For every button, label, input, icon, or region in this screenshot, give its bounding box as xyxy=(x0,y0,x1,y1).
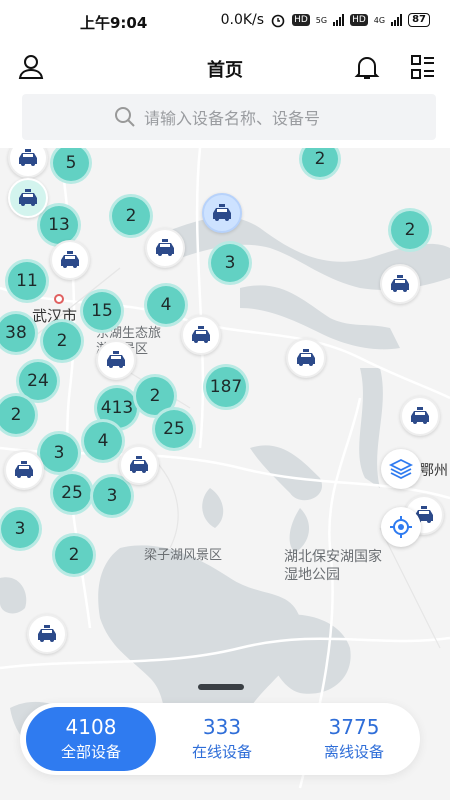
vehicle-marker[interactable] xyxy=(181,315,221,355)
taxi-icon xyxy=(213,204,231,221)
status-indicators: 0.0K/s HD 5G HD 4G 87 xyxy=(221,12,430,28)
crosshair-icon xyxy=(390,516,412,538)
cluster-marker[interactable]: 15 xyxy=(80,289,124,333)
taxi-icon xyxy=(192,326,210,343)
vehicle-marker[interactable] xyxy=(119,445,159,485)
cluster-marker[interactable]: 25 xyxy=(50,471,94,515)
stat-value: 4108 xyxy=(65,715,117,739)
vehicle-marker[interactable] xyxy=(4,450,44,490)
drag-handle[interactable] xyxy=(198,684,244,690)
cluster-marker[interactable]: 187 xyxy=(203,364,249,410)
cluster-marker[interactable]: 4 xyxy=(81,419,125,463)
taxi-icon xyxy=(19,149,37,166)
stat-label: 离线设备 xyxy=(323,743,384,761)
map-layers-button[interactable] xyxy=(381,449,421,489)
device-search-bar[interactable]: 请输入设备名称、设备号 xyxy=(22,94,436,140)
taxi-icon xyxy=(19,189,37,206)
stat-label: 全部设备 xyxy=(60,743,121,761)
taxi-icon xyxy=(61,251,79,268)
locate-me-button[interactable] xyxy=(381,507,421,547)
hd-badge-1: HD xyxy=(292,14,310,26)
vehicle-marker[interactable] xyxy=(27,614,67,654)
vehicle-marker[interactable] xyxy=(286,338,326,378)
place-liangzihu: 梁子湖风景区 xyxy=(144,548,223,563)
cluster-marker[interactable]: 4 xyxy=(144,283,188,327)
taxi-icon xyxy=(15,461,33,478)
layers-icon xyxy=(389,458,413,480)
stat-value: 3775 xyxy=(328,715,380,739)
vehicle-marker[interactable] xyxy=(145,228,185,268)
signal-icon-1 xyxy=(333,14,345,26)
taxi-icon xyxy=(297,349,315,366)
network-5g: 5G xyxy=(315,15,328,25)
bell-icon[interactable] xyxy=(352,52,382,82)
stat-all-devices[interactable]: 4108 全部设备 xyxy=(26,707,156,771)
hd-badge-2: HD xyxy=(350,14,368,26)
status-bar: 上午9:04 0.0K/s HD 5G HD 4G 87 xyxy=(0,0,450,44)
cluster-marker[interactable]: 25 xyxy=(152,407,196,451)
page-title: 首页 xyxy=(207,60,243,81)
taxi-icon xyxy=(391,275,409,292)
vehicle-marker[interactable] xyxy=(380,264,420,304)
taxi-icon xyxy=(411,407,429,424)
vehicle-marker[interactable] xyxy=(400,396,440,436)
signal-icon-2 xyxy=(391,14,403,26)
cluster-marker[interactable]: 2 xyxy=(40,319,84,363)
network-4g: 4G xyxy=(373,15,386,25)
taxi-icon xyxy=(130,456,148,473)
taxi-icon xyxy=(38,625,56,642)
device-stats-bar: 4108 全部设备 333 在线设备 3775 离线设备 xyxy=(20,703,420,775)
vehicle-marker[interactable] xyxy=(96,340,136,380)
battery-icon: 87 xyxy=(408,13,430,27)
cluster-marker[interactable]: 11 xyxy=(5,259,49,303)
vehicle-marker[interactable] xyxy=(50,240,90,280)
search-placeholder: 请输入设备名称、设备号 xyxy=(144,109,321,128)
cluster-marker[interactable]: 2 xyxy=(52,533,96,577)
stat-value: 333 xyxy=(202,715,242,739)
search-icon xyxy=(115,107,135,127)
network-speed: 0.0K/s xyxy=(220,12,265,28)
stat-online-devices[interactable]: 333 在线设备 xyxy=(156,703,288,775)
vehicle-marker[interactable] xyxy=(8,178,48,218)
cluster-marker[interactable]: 3 xyxy=(0,507,42,551)
cluster-marker[interactable]: 2 xyxy=(109,194,153,238)
taxi-icon xyxy=(107,351,125,368)
app-header: 首页 xyxy=(0,44,450,90)
alarm-icon xyxy=(271,14,285,28)
place-ezhou: 鄂州 xyxy=(420,463,448,479)
status-time: 上午9:04 xyxy=(80,14,148,32)
stat-label: 在线设备 xyxy=(191,743,252,761)
taxi-icon xyxy=(156,239,174,256)
cluster-marker[interactable]: 2 xyxy=(388,208,432,252)
place-baoanhu: 湖北保安湖国家湿地公园 xyxy=(284,549,382,583)
cluster-marker[interactable]: 3 xyxy=(208,241,252,285)
vehicle-marker-selected[interactable] xyxy=(202,193,242,233)
stat-offline-devices[interactable]: 3775 离线设备 xyxy=(288,703,420,775)
list-menu-icon[interactable] xyxy=(408,52,438,82)
